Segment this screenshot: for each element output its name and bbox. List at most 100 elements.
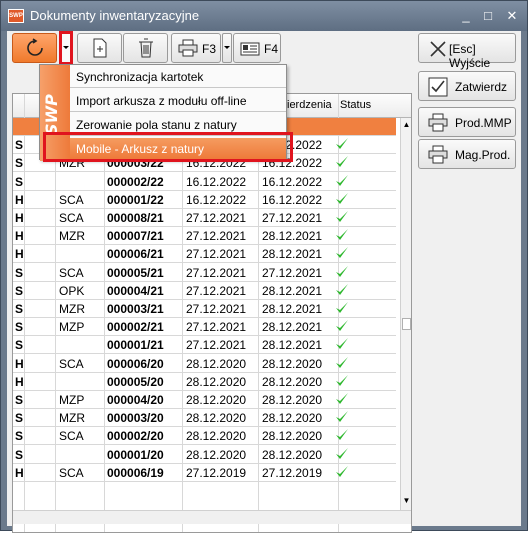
status-check-icon — [336, 374, 348, 386]
header-confirm-date[interactable]: ierdzenia — [287, 99, 332, 111]
header-status[interactable]: Status — [340, 99, 371, 111]
scroll-down-arrow[interactable]: ▼ — [401, 496, 411, 506]
cell-date: 27.12.2021 — [186, 338, 247, 353]
cell-warehouse: SCA — [59, 265, 84, 280]
swp-app-icon: SWP — [8, 9, 24, 23]
cell-type: S — [15, 156, 24, 171]
status-check-icon — [336, 302, 348, 313]
refresh-button[interactable] — [12, 33, 57, 63]
cell-warehouse: SCA — [59, 356, 84, 371]
cell-date: 27.12.2021 — [186, 265, 247, 280]
status-check-icon — [336, 429, 348, 441]
confirm-button[interactable]: Zatwierdz — [418, 71, 516, 101]
table-row[interactable]: S 000001/20 28.12.2020 28.12.2020 — [13, 446, 396, 464]
cell-confirm-date: 28.12.2021 — [262, 302, 323, 316]
cell-warehouse: SCA — [59, 211, 84, 225]
cell-confirm-date: 27.12.2021 — [262, 211, 323, 225]
status-check-icon — [336, 174, 348, 186]
close-icon — [430, 41, 446, 57]
table-row[interactable]: S SCA 000002/20 28.12.2020 28.12.2020 — [13, 427, 396, 446]
table-row[interactable]: S OPK 000004/21 27.12.2021 28.12.2021 — [13, 282, 396, 300]
cell-confirm-date: 28.12.2020 — [262, 447, 323, 462]
exit-button[interactable]: [Esc] Wyjście — [418, 33, 516, 70]
print-dropdown-arrow[interactable] — [222, 33, 232, 63]
cell-document-number: 000005/20 — [107, 374, 164, 389]
table-row[interactable]: S MZP 000002/21 27.12.2021 28.12.2021 — [13, 318, 396, 337]
scroll-up-arrow[interactable]: ▲ — [401, 120, 411, 130]
close-button[interactable]: ✕ — [503, 7, 521, 25]
mag-prod-label: Mag.Prod. — [455, 148, 511, 162]
new-document-icon — [93, 38, 106, 58]
cell-date: 27.12.2021 — [186, 283, 247, 298]
cell-type: S — [15, 174, 24, 189]
cell-date: 28.12.2020 — [186, 447, 247, 462]
cell-date: 28.12.2020 — [186, 356, 247, 371]
cell-type: H — [15, 356, 24, 371]
cell-confirm-date: 28.12.2021 — [262, 247, 323, 262]
table-row[interactable]: H SCA 000006/20 28.12.2020 28.12.2020 — [13, 355, 396, 373]
title-bar[interactable]: SWP Dokumenty inwentaryzacyjne _ □ ✕ — [1, 1, 527, 31]
menu-item-label: Zerowanie pola stanu z natury — [76, 118, 237, 132]
delete-button[interactable] — [123, 33, 168, 63]
table-row[interactable]: H SCA 000006/19 27.12.2019 27.12.2019 — [13, 464, 396, 482]
card-list-icon — [240, 42, 260, 56]
cell-document-number: 000001/21 — [107, 338, 164, 353]
cell-date: 16.12.2022 — [186, 192, 247, 207]
cell-warehouse: MZR — [59, 302, 85, 316]
cell-type: H — [15, 374, 24, 389]
cell-confirm-date: 16.12.2022 — [262, 174, 323, 189]
menu-item-sync-cards[interactable]: Synchronizacja kartotek — [70, 66, 286, 88]
status-check-icon — [336, 247, 348, 259]
printer-icon — [428, 145, 448, 164]
status-check-icon — [336, 465, 348, 477]
vertical-scrollbar[interactable]: ▲ ▼ — [400, 118, 411, 510]
table-row[interactable]: H MZR 000007/21 27.12.2021 28.12.2021 — [13, 227, 396, 246]
table-row[interactable]: S MZR 000003/20 28.12.2020 28.12.2020 — [13, 409, 396, 428]
cell-warehouse: SCA — [59, 429, 84, 444]
cell-date: 27.12.2021 — [186, 302, 247, 316]
cell-type: S — [15, 302, 24, 316]
cell-document-number: 000002/20 — [107, 429, 164, 444]
table-row[interactable]: S MZR 000003/21 27.12.2021 28.12.2021 — [13, 300, 396, 318]
mag-prod-button[interactable]: Mag.Prod. — [418, 139, 516, 169]
printer-icon — [428, 113, 448, 132]
table-row[interactable]: S SCA 000005/21 27.12.2021 27.12.2021 — [13, 264, 396, 282]
cell-type: S — [15, 283, 24, 298]
table-row[interactable]: H SCA 000008/21 27.12.2021 27.12.2021 — [13, 209, 396, 227]
cell-date: 28.12.2020 — [186, 374, 247, 389]
print-button[interactable]: F3 — [171, 33, 221, 63]
cell-document-number: 000008/21 — [107, 211, 164, 225]
cell-type: S — [15, 338, 24, 353]
refresh-dropdown-arrow[interactable] — [62, 34, 70, 62]
status-check-icon — [336, 211, 348, 222]
table-row[interactable]: S 000001/21 27.12.2021 28.12.2021 — [13, 336, 396, 355]
status-check-icon — [336, 338, 348, 350]
new-document-button[interactable] — [77, 33, 122, 63]
cell-warehouse: OPK — [59, 283, 85, 298]
window-client-area: F3 F4 [Esc] Wyjście Zatwierdz Prod.MMP M… — [7, 31, 521, 533]
cell-date: 27.12.2019 — [186, 465, 247, 480]
f4-shortcut-label: F4 — [264, 42, 279, 56]
prod-mmp-button[interactable]: Prod.MMP — [418, 107, 516, 137]
scroll-thumb[interactable] — [402, 318, 411, 330]
table-row[interactable]: H SCA 000001/22 16.12.2022 16.12.2022 — [13, 191, 396, 209]
checkbox-check-icon — [428, 77, 448, 97]
trash-icon — [138, 38, 153, 58]
status-check-icon — [336, 447, 348, 459]
cell-date: 27.12.2021 — [186, 211, 247, 225]
table-row[interactable]: H 000006/21 27.12.2021 28.12.2021 — [13, 245, 396, 264]
cell-type: H — [15, 229, 24, 244]
cell-type: H — [15, 192, 24, 207]
horizontal-scrollbar[interactable] — [13, 510, 411, 524]
cell-confirm-date: 28.12.2020 — [262, 411, 323, 426]
menu-item-import-offline[interactable]: Import arkusza z modułu off-line — [70, 90, 286, 112]
window-title: Dokumenty inwentaryzacyjne — [30, 8, 200, 23]
maximize-button[interactable]: □ — [479, 7, 497, 25]
table-row[interactable]: S MZP 000004/20 28.12.2020 28.12.2020 — [13, 391, 396, 409]
f4-button[interactable]: F4 — [233, 33, 281, 63]
table-row[interactable]: S 000002/22 16.12.2022 16.12.2022 — [13, 173, 396, 191]
cell-document-number: 000006/20 — [107, 356, 164, 371]
cell-warehouse: SCA — [59, 465, 84, 480]
table-row[interactable]: H 000005/20 28.12.2020 28.12.2020 — [13, 373, 396, 391]
minimize-button[interactable]: _ — [457, 7, 475, 25]
